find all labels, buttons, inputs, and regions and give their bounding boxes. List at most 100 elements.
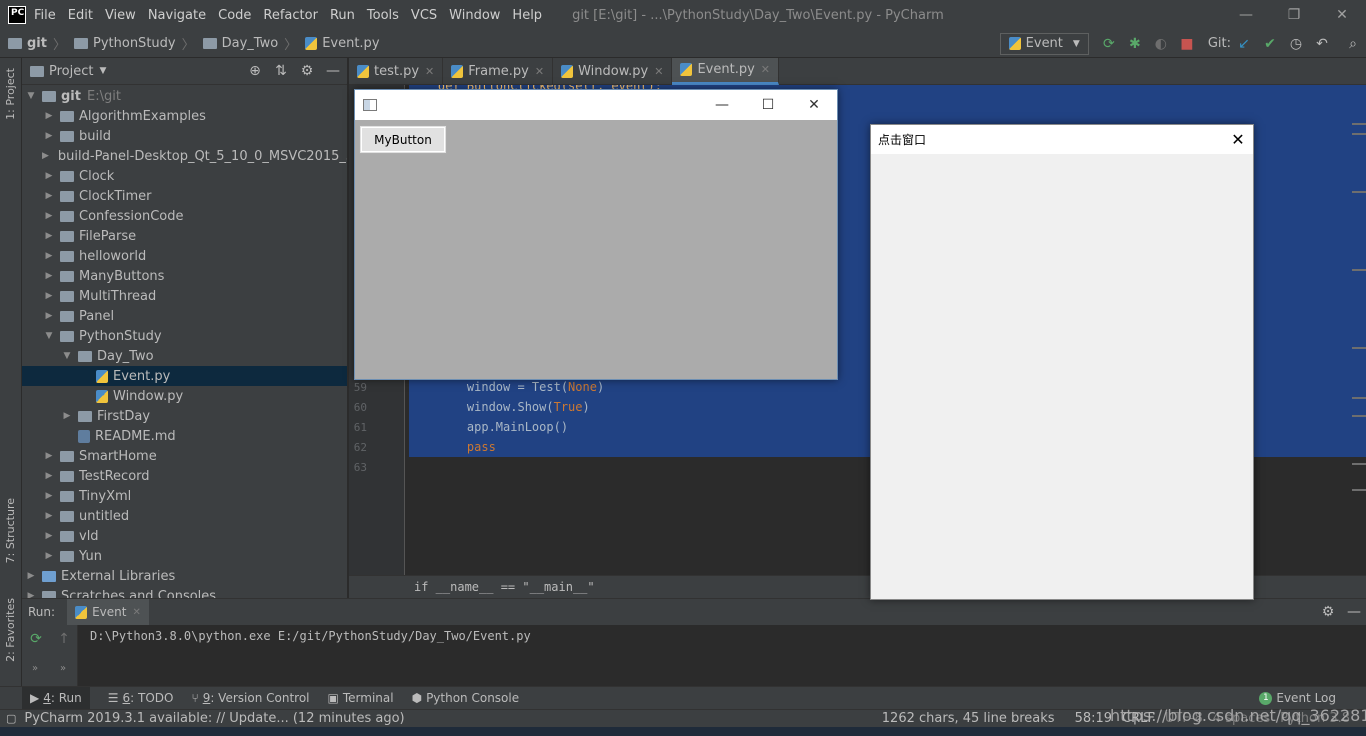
expand-arrow-icon[interactable]: ▶ xyxy=(42,291,56,301)
rollback-icon[interactable]: ↶ xyxy=(1314,36,1330,52)
expand-arrow-icon[interactable]: ▶ xyxy=(60,411,74,421)
close-tab-icon[interactable]: ✕ xyxy=(535,65,544,78)
breadcrumb-day-two[interactable]: Day_Two 〉 xyxy=(202,34,297,53)
expand-arrow-icon[interactable]: ▶ xyxy=(24,571,38,581)
tree-item[interactable]: Event.py xyxy=(22,366,347,386)
tree-item[interactable]: ▶ ManyButtons xyxy=(22,266,347,286)
expand-arrow-icon[interactable]: ▶ xyxy=(42,171,56,181)
git-commit-icon[interactable]: ✔ xyxy=(1262,36,1278,52)
search-icon[interactable]: ⌕ xyxy=(1345,36,1361,52)
tab-event-py[interactable]: Event.py ✕ xyxy=(672,57,779,85)
expand-arrow-icon[interactable]: ▶ xyxy=(42,131,56,141)
project-tool-tab[interactable]: 1: Project xyxy=(4,68,17,120)
menu-tools[interactable]: Tools xyxy=(367,8,399,23)
structure-tool-tab[interactable]: 7: Structure xyxy=(4,498,17,563)
coverage-icon[interactable]: ◐ xyxy=(1153,36,1169,52)
restore-icon[interactable]: ❐ xyxy=(1270,7,1318,23)
tree-item[interactable]: ▶ TestRecord xyxy=(22,466,347,486)
close-tab-icon[interactable]: ✕ xyxy=(425,65,434,78)
run-configuration-select[interactable]: Event ▼ xyxy=(999,32,1089,55)
close-tab-icon[interactable]: ✕ xyxy=(761,63,770,76)
expand-arrow-icon[interactable]: ▶ xyxy=(42,191,56,201)
rerun-icon[interactable]: ⟳ xyxy=(1101,36,1117,52)
tree-item[interactable]: ▶ build xyxy=(22,126,347,146)
breadcrumb-pythonstudy[interactable]: PythonStudy 〉 xyxy=(74,34,195,53)
collapse-icon[interactable]: ⇅ xyxy=(273,63,289,79)
my-button[interactable]: MyButton xyxy=(359,125,447,154)
expand-arrow-icon[interactable]: ▶ xyxy=(42,511,56,521)
tree-item[interactable]: ▼ Day_Two xyxy=(22,346,347,366)
hide-icon[interactable]: — xyxy=(325,63,341,79)
expand-arrow-icon[interactable]: ▶ xyxy=(42,231,56,241)
tree-item[interactable]: ▶ helloworld xyxy=(22,246,347,266)
favorites-tool-tab[interactable]: 2: Favorites xyxy=(4,598,17,662)
bottom-tab-version-control[interactable]: ⑂ 9: Version Control xyxy=(191,691,309,705)
gear-icon[interactable]: ⚙ xyxy=(299,63,315,79)
expand-arrow-icon[interactable]: ▼ xyxy=(42,331,56,341)
menu-run[interactable]: Run xyxy=(330,8,355,23)
bottom-tab-todo[interactable]: ☰ 6: TODO xyxy=(108,691,174,705)
menu-refactor[interactable]: Refactor xyxy=(263,8,318,23)
tree-item[interactable]: ▶ ConfessionCode xyxy=(22,206,347,226)
expand-arrow-icon[interactable]: ▶ xyxy=(42,151,49,161)
status-position[interactable]: 58:19 xyxy=(1075,711,1112,726)
debug-icon[interactable]: ✱ xyxy=(1127,36,1143,52)
menu-navigate[interactable]: Navigate xyxy=(148,8,206,23)
stop-icon[interactable]: ■ xyxy=(1179,36,1195,52)
expand-arrow-icon[interactable]: ▶ xyxy=(42,491,56,501)
expand-arrow-icon[interactable]: ▶ xyxy=(42,211,56,221)
tree-item[interactable]: ▶ FileParse xyxy=(22,226,347,246)
tree-item[interactable]: ▶ SmartHome xyxy=(22,446,347,466)
expand-arrow-icon[interactable]: ▶ xyxy=(42,551,56,561)
expand-arrow-icon[interactable]: ▶ xyxy=(42,451,56,461)
gear-icon[interactable]: ⚙ xyxy=(1320,604,1336,620)
tree-item[interactable]: ▶ Scratches and Consoles xyxy=(22,586,347,598)
bottom-tab-terminal[interactable]: ▣ Terminal xyxy=(328,691,394,705)
expand-arrow-icon[interactable]: ▶ xyxy=(42,111,56,121)
menu-edit[interactable]: Edit xyxy=(68,8,93,23)
tree-item[interactable]: README.md xyxy=(22,426,347,446)
minimize-icon[interactable]: — xyxy=(699,97,745,113)
expand-arrow-icon[interactable]: ▶ xyxy=(42,531,56,541)
menu-file[interactable]: File xyxy=(34,8,56,23)
more-icon[interactable]: » xyxy=(32,663,42,674)
tree-item[interactable]: ▶ FirstDay xyxy=(22,406,347,426)
history-icon[interactable]: ◷ xyxy=(1288,36,1304,52)
up-arrow-icon[interactable]: ↑ xyxy=(56,631,72,647)
menu-view[interactable]: View xyxy=(105,8,136,23)
rerun-icon[interactable]: ⟳ xyxy=(28,631,44,647)
close-icon[interactable]: ✕ xyxy=(1223,130,1253,149)
tree-item[interactable]: ▼ PythonStudy xyxy=(22,326,347,346)
status-toggle-icon[interactable]: ▢ xyxy=(6,712,16,725)
minimize-icon[interactable]: — xyxy=(1222,7,1270,23)
tree-item[interactable]: ▶ External Libraries xyxy=(22,566,347,586)
tree-item[interactable]: ▶ build-Panel-Desktop_Qt_5_10_0_MSVC2015_… xyxy=(22,146,347,166)
expand-arrow-icon[interactable]: ▶ xyxy=(24,591,38,598)
tab-test-py[interactable]: test.py ✕ xyxy=(349,57,444,85)
expand-arrow-icon[interactable]: ▶ xyxy=(42,251,56,261)
locate-icon[interactable]: ⊕ xyxy=(247,63,263,79)
close-tab-icon[interactable]: ✕ xyxy=(654,65,663,78)
more-icon[interactable]: » xyxy=(60,663,69,674)
tree-item[interactable]: ▶ untitled xyxy=(22,506,347,526)
expand-arrow-icon[interactable]: ▶ xyxy=(42,271,56,281)
menu-window[interactable]: Window xyxy=(449,8,500,23)
bottom-tab-run[interactable]: ▶ 4: Run xyxy=(22,686,90,710)
status-message[interactable]: PyCharm 2019.3.1 available: // Update...… xyxy=(24,711,404,726)
bottom-tab-python-console[interactable]: ⬢ Python Console xyxy=(412,691,520,705)
tree-item[interactable]: ▶ MultiThread xyxy=(22,286,347,306)
expand-arrow-icon[interactable]: ▼ xyxy=(60,351,74,361)
hide-icon[interactable]: — xyxy=(1346,604,1362,620)
tab-frame-py[interactable]: Frame.py ✕ xyxy=(443,57,554,85)
event-log-tab[interactable]: 1 Event Log xyxy=(1259,691,1336,705)
menu-help[interactable]: Help xyxy=(512,8,542,23)
maximize-icon[interactable]: ☐ xyxy=(745,97,791,113)
close-tab-icon[interactable]: ✕ xyxy=(132,607,140,618)
menu-vcs[interactable]: VCS xyxy=(411,8,437,23)
tree-item[interactable]: ▶ Yun xyxy=(22,546,347,566)
close-icon[interactable]: ✕ xyxy=(1318,7,1366,23)
tree-item[interactable]: ▶ Panel xyxy=(22,306,347,326)
tree-item[interactable]: ▶ vld xyxy=(22,526,347,546)
breadcrumb-git[interactable]: git 〉 xyxy=(8,34,66,53)
chevron-down-icon[interactable]: ▼ xyxy=(99,66,106,76)
